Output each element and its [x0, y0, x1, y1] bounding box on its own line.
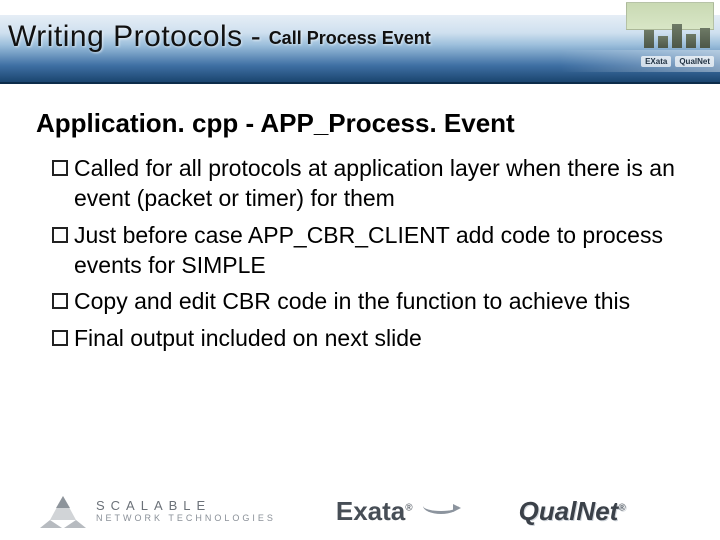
title-main: Writing Protocols: [8, 20, 243, 54]
bullet-item: Final output included on next slide: [52, 323, 684, 353]
triangle-mark-icon: [40, 494, 86, 528]
logo-scalable-line1: SCALABLE: [96, 499, 276, 512]
bullet-item: Copy and edit CBR code in the function t…: [52, 286, 684, 316]
bullet-item: Just before case APP_CBR_CLIENT add code…: [52, 220, 684, 281]
bullet-list: Called for all protocols at application …: [52, 153, 684, 353]
title-subtitle: Call Process Event: [269, 28, 431, 49]
slide-content: Application. cpp - APP_Process. Event Ca…: [0, 84, 720, 353]
swoosh-icon: [423, 502, 459, 520]
logo-exata: Exata®: [336, 496, 459, 527]
title-separator: -: [251, 20, 261, 54]
logo-scalable: SCALABLE NETWORK TECHNOLOGIES: [40, 494, 276, 528]
registered-mark: ®: [405, 502, 412, 513]
slide-footer: SCALABLE NETWORK TECHNOLOGIES Exata® Qua…: [0, 494, 720, 528]
slide-title: Writing Protocols - Call Process Event: [8, 20, 431, 54]
registered-mark: ®: [618, 502, 625, 513]
header-decoration: EXata QualNet: [560, 0, 720, 84]
logo-exata-text: Exata: [336, 496, 405, 526]
logo-qualnet: QualNet®: [519, 496, 626, 527]
logo-scalable-line2: NETWORK TECHNOLOGIES: [96, 514, 276, 523]
section-heading: Application. cpp - APP_Process. Event: [36, 108, 684, 139]
corner-tag-qualnet: QualNet: [675, 56, 714, 67]
corner-tag-exata: EXata: [641, 56, 671, 67]
bullet-item: Called for all protocols at application …: [52, 153, 684, 214]
logo-qualnet-text: QualNet: [519, 496, 619, 526]
slide-header: Writing Protocols - Call Process Event E…: [0, 0, 720, 84]
